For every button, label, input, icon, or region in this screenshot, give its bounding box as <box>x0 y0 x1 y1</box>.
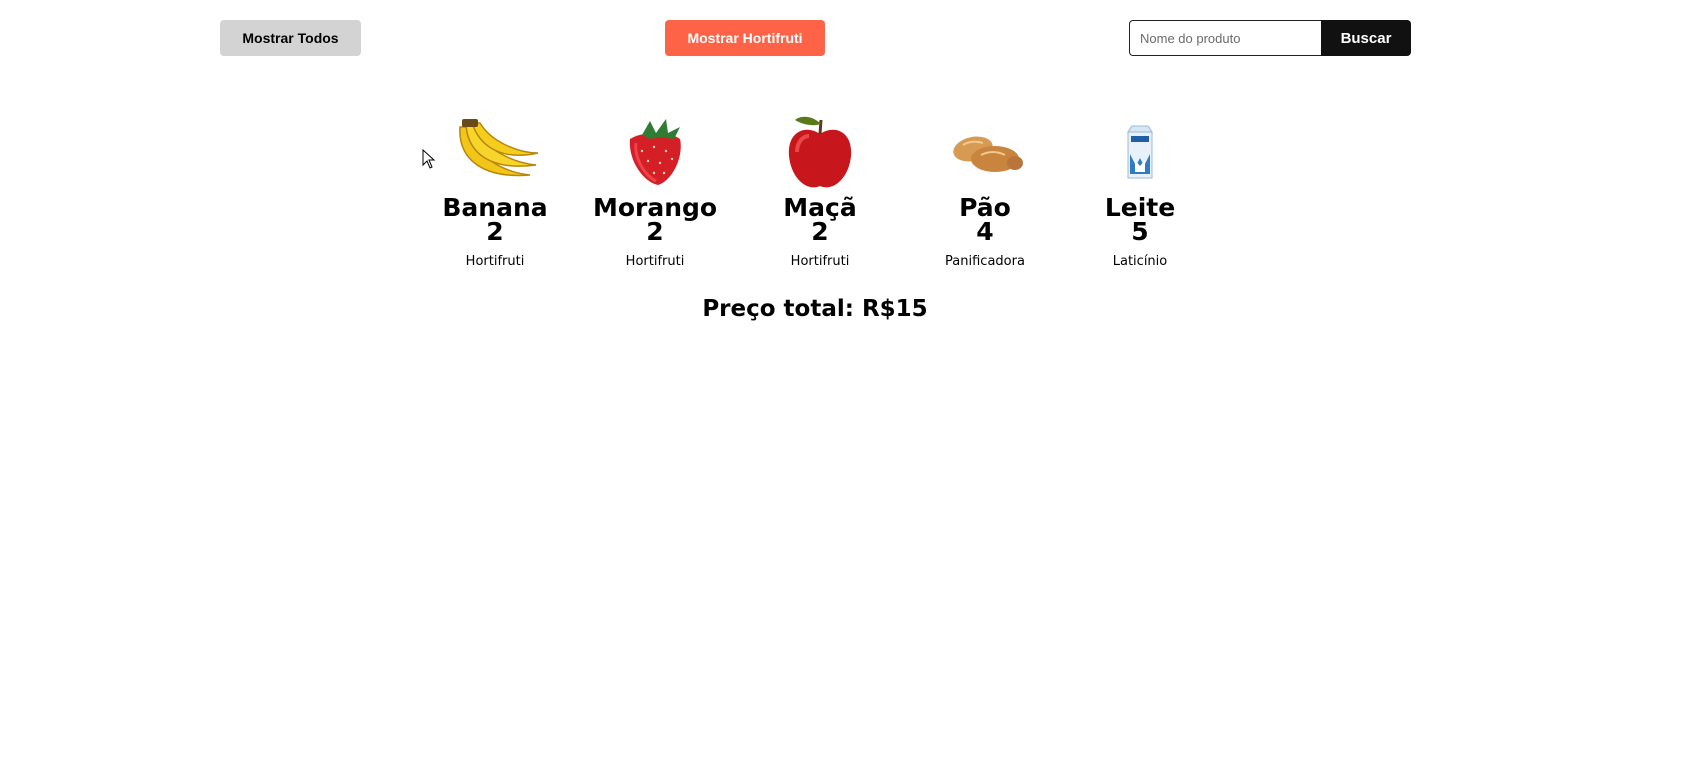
mouse-cursor-icon <box>422 148 436 173</box>
milk-carton-icon <box>1060 112 1220 192</box>
banana-icon <box>415 112 575 192</box>
page: Mostrar Todos Mostrar Hortifruti Buscar … <box>0 0 1695 780</box>
product-card: Pão 4 Panificadora <box>905 112 1065 269</box>
product-card: Maçã 2 Hortifruti <box>740 112 900 269</box>
product-category: Hortifruti <box>465 254 525 269</box>
strawberry-icon <box>575 112 735 192</box>
bread-icon <box>905 112 1065 192</box>
search-button[interactable]: Buscar <box>1321 20 1411 56</box>
search-input[interactable] <box>1129 20 1321 56</box>
product-card: Banana 2 Hortifruti <box>415 112 575 269</box>
product-category: Laticínio <box>1112 254 1168 269</box>
product-card: Morango 2 Hortifruti <box>575 112 735 269</box>
search-bar: Buscar <box>1129 20 1411 56</box>
product-category: Hortifruti <box>625 254 685 269</box>
apple-icon <box>740 112 900 192</box>
product-category: Panificadora <box>945 254 1025 269</box>
total-price: Preço total: R$15 <box>702 296 928 322</box>
product-card: Leite 5 Laticínio <box>1060 112 1220 269</box>
show-all-button[interactable]: Mostrar Todos <box>220 20 361 56</box>
show-hortifruti-button[interactable]: Mostrar Hortifruti <box>665 20 825 56</box>
product-list: Banana 2 Hortifruti Morango 2 Hortifruti… <box>0 112 1695 282</box>
product-category: Hortifruti <box>790 254 850 269</box>
product-quantity: 2 <box>646 217 664 246</box>
product-quantity: 2 <box>486 217 504 246</box>
product-quantity: 2 <box>811 217 829 246</box>
product-quantity: 5 <box>1131 217 1149 246</box>
product-quantity: 4 <box>976 217 994 246</box>
